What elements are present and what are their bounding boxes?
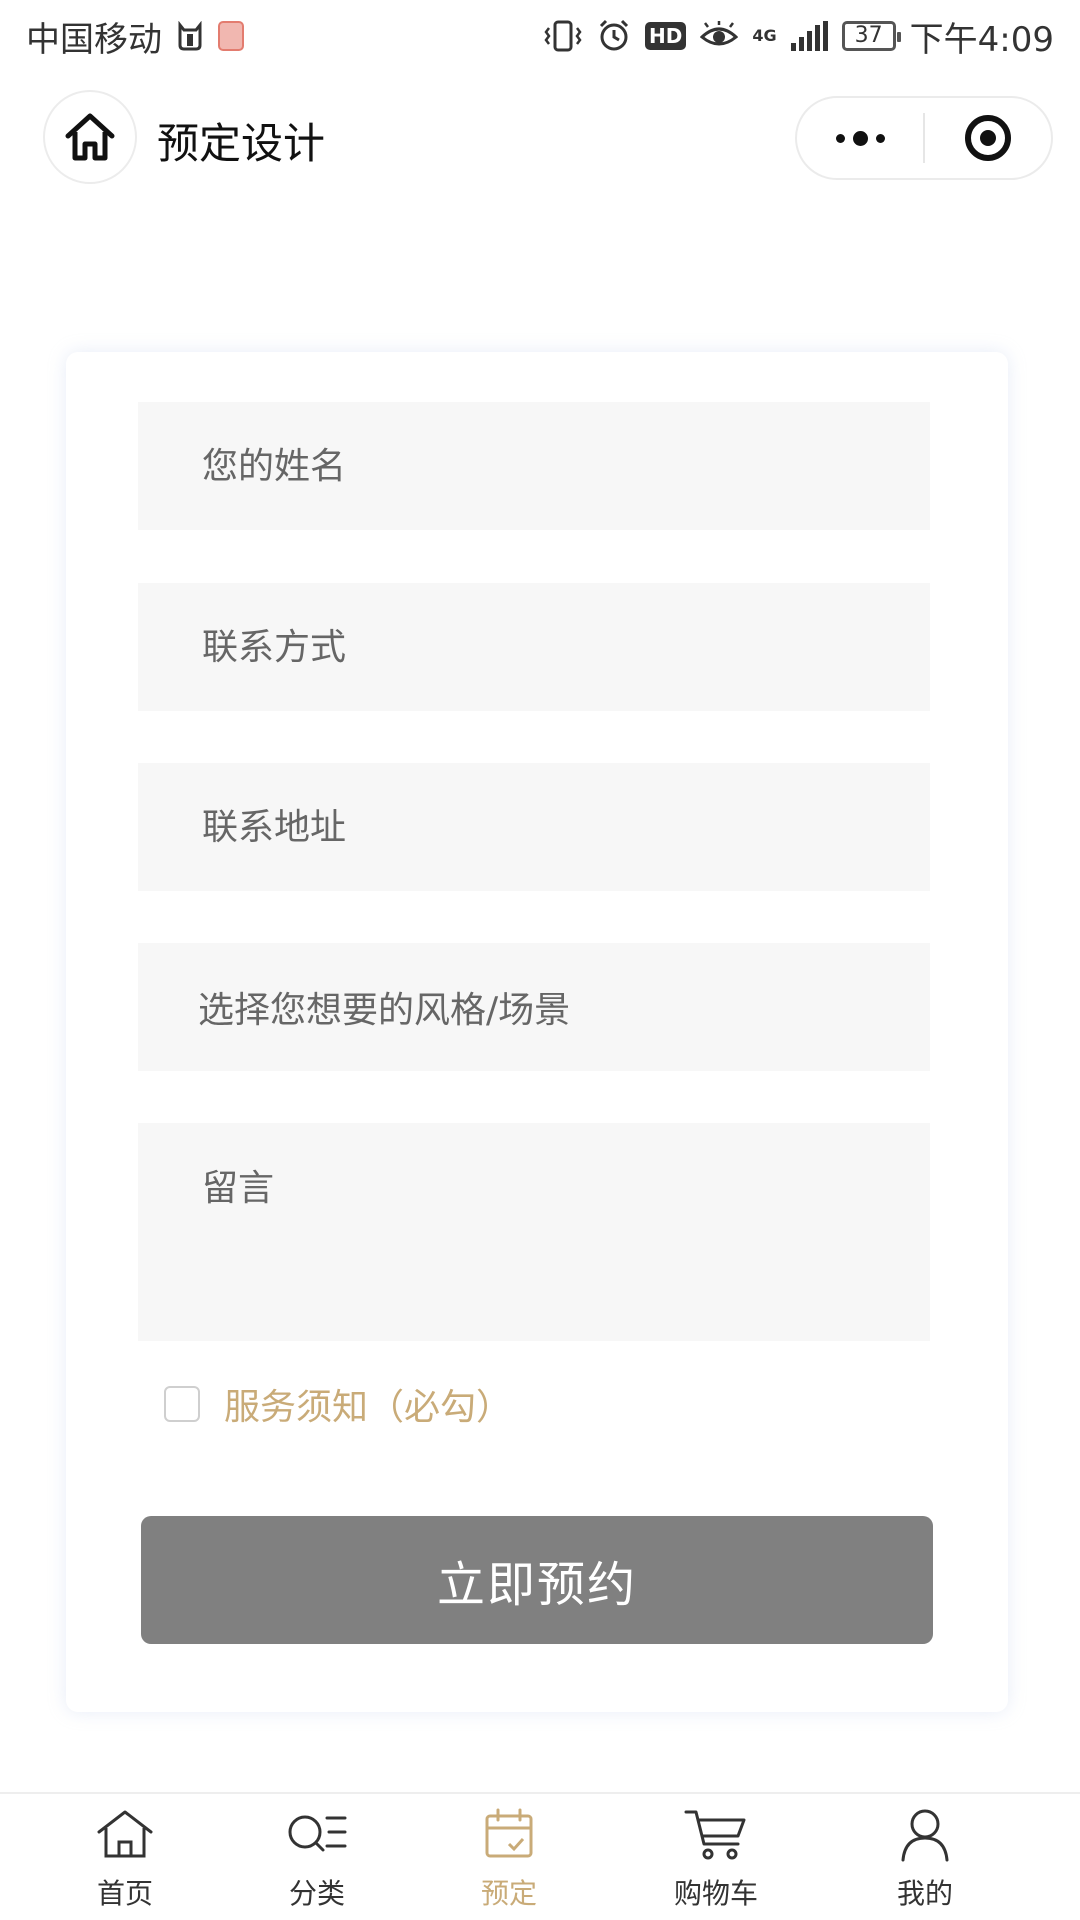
- carrier-label: 中国移动: [26, 19, 162, 60]
- bottom-tab-bar: 首页 分类 预定 购物车 我的: [0, 1792, 1080, 1920]
- category-search-icon: [285, 1804, 349, 1864]
- style-scene-select-label: 选择您想要的风格/场景: [198, 990, 571, 1031]
- user-icon: [893, 1804, 957, 1864]
- clock-label: 下午4:09: [909, 19, 1054, 60]
- more-button[interactable]: [797, 98, 923, 178]
- tab-cart[interactable]: 购物车: [641, 1804, 791, 1916]
- book-now-button[interactable]: 立即预约: [141, 1516, 933, 1644]
- status-right: HD 4G 37 下午4:09: [543, 12, 1054, 61]
- tab-booking[interactable]: 预定: [434, 1804, 584, 1916]
- eye-icon: [700, 21, 739, 51]
- tab-booking-label: 预定: [480, 1877, 537, 1910]
- tab-category[interactable]: 分类: [242, 1804, 392, 1916]
- network-type-label: 4G: [752, 26, 777, 45]
- page-title: 预定设计: [157, 119, 326, 168]
- home-icon: [93, 1804, 157, 1864]
- cat-app-icon: [176, 21, 204, 51]
- tab-category-label: 分类: [288, 1877, 345, 1910]
- target-close-icon: [964, 115, 1011, 161]
- battery-icon: 37: [841, 21, 901, 51]
- mini-program-capsule: [795, 96, 1053, 180]
- message-textarea[interactable]: [138, 1123, 930, 1341]
- cart-icon: [684, 1804, 748, 1864]
- contact-input[interactable]: [138, 583, 930, 711]
- tab-mine[interactable]: 我的: [850, 1804, 1000, 1916]
- signal-strength-icon: [790, 21, 828, 51]
- tab-mine-label: 我的: [896, 1877, 953, 1910]
- status-left: 中国移动: [26, 12, 244, 61]
- more-dots-icon: [835, 130, 885, 146]
- alarm-icon: [597, 19, 631, 53]
- vibrate-icon: [543, 20, 583, 52]
- address-input[interactable]: [138, 763, 930, 891]
- notification-app-icon: [218, 21, 244, 51]
- style-scene-select[interactable]: 选择您想要的风格/场景: [138, 943, 930, 1071]
- hd-badge: HD: [645, 22, 687, 50]
- booking-form-card: 选择您想要的风格/场景 服务须知（必勾） 立即预约: [66, 352, 1008, 1712]
- home-icon: [65, 113, 115, 161]
- tab-home-label: 首页: [96, 1877, 153, 1910]
- close-mini-program-button[interactable]: [925, 98, 1051, 178]
- status-bar: 中国移动 HD 4G 37 下午4:09: [0, 0, 1080, 72]
- calendar-icon: [477, 1804, 541, 1864]
- service-notice-checkbox[interactable]: [164, 1386, 200, 1422]
- service-notice-row[interactable]: 服务须知（必勾）: [164, 1378, 512, 1430]
- tab-cart-label: 购物车: [673, 1877, 758, 1910]
- nav-header: 预定设计: [0, 88, 1080, 188]
- screen: 中国移动 HD 4G 37 下午4:09 预定设计 您的姓名 联系方式 联系地址…: [0, 0, 1080, 1920]
- service-notice-label[interactable]: 服务须知（必勾）: [224, 1378, 512, 1430]
- home-button[interactable]: [43, 90, 137, 184]
- tab-home[interactable]: 首页: [50, 1804, 200, 1916]
- battery-level: 37: [854, 23, 883, 48]
- name-input[interactable]: [138, 402, 930, 530]
